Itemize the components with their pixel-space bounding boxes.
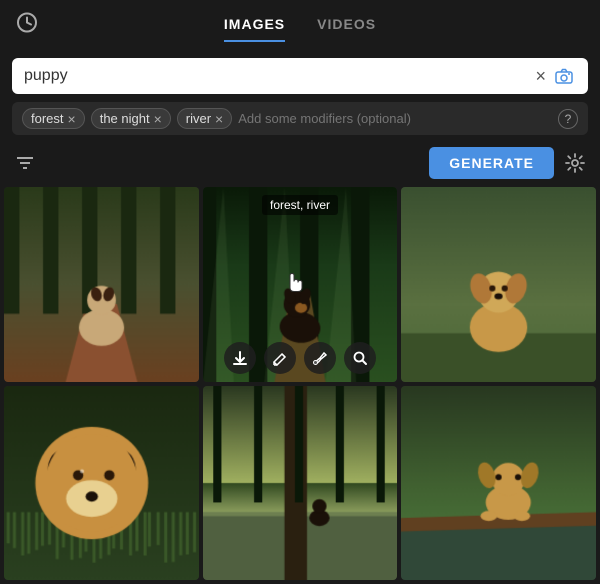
help-button[interactable]: ?	[558, 109, 578, 129]
action-bar: GENERATE	[0, 143, 600, 187]
generate-button[interactable]: GENERATE	[429, 147, 554, 179]
camera-button[interactable]	[552, 66, 576, 86]
settings-button[interactable]	[564, 152, 586, 174]
tab-videos[interactable]: VIDEOS	[317, 8, 376, 42]
modifier-tag-night: the night ×	[91, 108, 171, 129]
modifier-tag-night-remove[interactable]: ×	[154, 112, 162, 126]
tabs: IMAGES VIDEOS	[224, 8, 376, 42]
image-2-overlay: forest, river	[203, 187, 398, 382]
search-input[interactable]	[24, 67, 529, 85]
modifier-tag-river-remove[interactable]: ×	[215, 112, 223, 126]
zoom-button[interactable]	[344, 342, 376, 374]
search-clear-button[interactable]: ×	[529, 67, 552, 85]
image-cell-4[interactable]	[4, 386, 199, 581]
logo-button[interactable]	[16, 12, 38, 39]
edit-button[interactable]	[264, 342, 296, 374]
modifier-tag-forest-label: forest	[31, 111, 64, 126]
download-button[interactable]	[224, 342, 256, 374]
overlay-actions	[224, 342, 376, 374]
modifier-tag-night-label: the night	[100, 111, 150, 126]
image-cell-3[interactable]	[401, 187, 596, 382]
header: IMAGES VIDEOS	[0, 0, 600, 50]
search-bar: ×	[12, 58, 588, 94]
modifier-tag-forest: forest ×	[22, 108, 85, 129]
filter-button[interactable]	[14, 152, 36, 174]
modifiers-bar: forest × the night × river × ?	[12, 102, 588, 135]
image-grid: forest, river	[0, 187, 600, 584]
modifier-tag-forest-remove[interactable]: ×	[68, 112, 76, 126]
overlay-label: forest, river	[262, 195, 338, 215]
tab-images[interactable]: IMAGES	[224, 8, 285, 42]
modifier-tag-river: river ×	[177, 108, 232, 129]
modifier-input[interactable]	[238, 111, 552, 126]
brush-button[interactable]	[304, 342, 336, 374]
image-cell-6[interactable]	[401, 386, 596, 581]
image-cell-2[interactable]: forest, river	[203, 187, 398, 382]
image-cell-1[interactable]	[4, 187, 199, 382]
modifier-tag-river-label: river	[186, 111, 211, 126]
image-cell-5[interactable]	[203, 386, 398, 581]
